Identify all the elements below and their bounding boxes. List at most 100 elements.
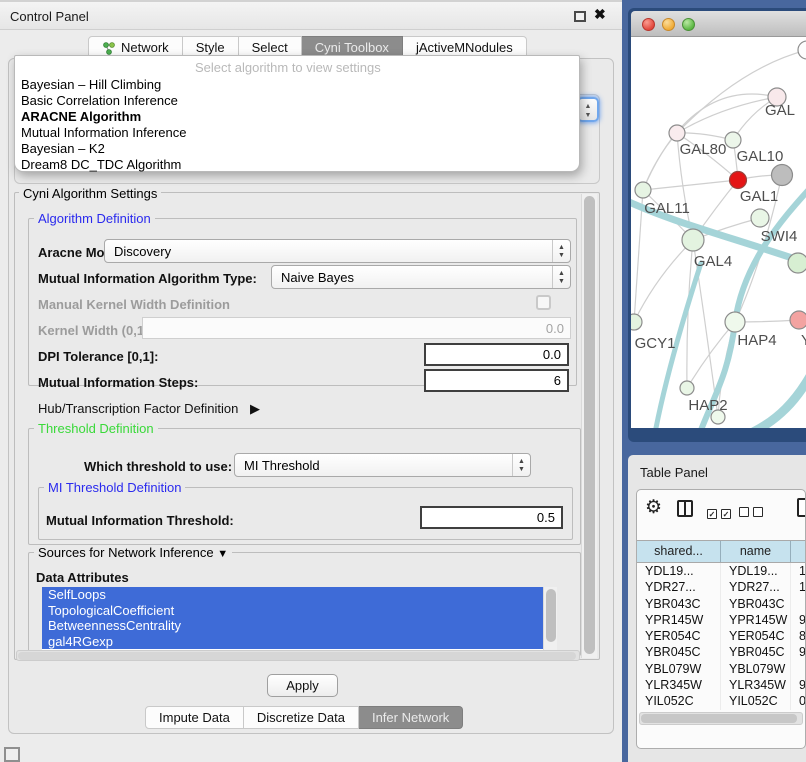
app-screen: Control Panel ✖ NetworkStyleSelectCyni T… xyxy=(0,0,806,762)
algorithm-option[interactable]: Mutual Information Inference xyxy=(19,125,575,141)
network-node-gal10[interactable] xyxy=(725,132,741,148)
node-label: GAL11 xyxy=(644,200,690,217)
aracne-mode-combo[interactable]: Discovery ▲▼ xyxy=(104,239,571,263)
mi-threshold-input[interactable] xyxy=(420,506,563,529)
attributes-scrollbar-thumb[interactable] xyxy=(546,589,556,642)
settings-scrollbar-thumb[interactable] xyxy=(584,196,595,654)
table-row[interactable]: YDL19...YDL19...13 xyxy=(637,563,806,579)
kernel-width-label: Kernel Width (0,1): xyxy=(38,323,153,338)
algorithm-dropdown-popup: Select algorithm to view settings Bayesi… xyxy=(14,55,580,172)
document-icon[interactable] xyxy=(797,498,806,517)
which-threshold-combo[interactable]: MI Threshold ▲▼ xyxy=(234,453,531,477)
kernel-width-input[interactable] xyxy=(142,317,571,339)
table-row[interactable]: YBL079WYBL079W xyxy=(637,661,806,677)
table-row[interactable]: YLR345WYLR345W9. xyxy=(637,677,806,693)
algorithm-option[interactable]: ARACNE Algorithm xyxy=(19,109,575,125)
algorithm-combo-stepper-icon[interactable]: ▲▼ xyxy=(577,97,599,122)
data-attribute-item[interactable]: BetweennessCentrality xyxy=(42,618,557,634)
chevron-down-icon: ▼ xyxy=(217,548,228,560)
select-all-checkboxes-icon[interactable]: ✓✓ xyxy=(707,504,735,522)
close-traffic-light-icon[interactable] xyxy=(642,18,655,31)
table-cell: 9. xyxy=(791,644,806,660)
network-node-gal80[interactable] xyxy=(669,125,685,141)
network-node[interactable] xyxy=(788,253,806,273)
table-header-row[interactable]: shared...name xyxy=(637,540,806,563)
settings-gear-icon[interactable]: ⚙ xyxy=(645,496,662,519)
attributes-scrollbar[interactable] xyxy=(543,587,557,650)
table-column-header[interactable] xyxy=(791,541,806,562)
table-row[interactable]: YBR045CYBR045C9. xyxy=(637,644,806,660)
network-node-gal4[interactable] xyxy=(682,229,704,251)
algorithm-option[interactable]: Dream8 DC_TDC Algorithm xyxy=(19,157,575,173)
columns-icon[interactable] xyxy=(677,500,693,517)
mi-type-label: Mutual Information Algorithm Type: xyxy=(38,271,257,286)
network-view-window[interactable]: GALGAL80GAL10GAL1GAL11SWI4GAL4GCY1HAP4YH… xyxy=(628,8,806,442)
minimize-traffic-light-icon[interactable] xyxy=(662,18,675,31)
tab-label: Infer Network xyxy=(372,707,449,728)
network-node-hap4[interactable] xyxy=(725,312,745,332)
network-node[interactable] xyxy=(798,41,806,59)
table-panel-window[interactable]: Table Panel ⚙ ✓✓ shared...name YDL19...Y… xyxy=(628,455,806,762)
settings-vertical-scrollbar[interactable] xyxy=(581,194,597,658)
network-node-gal1[interactable] xyxy=(730,172,747,189)
data-attribute-item[interactable]: gal4RGexp xyxy=(42,634,557,650)
dock-panel-icon[interactable] xyxy=(4,747,20,762)
control-panel-titlebar xyxy=(0,0,622,30)
hub-definition-toggle[interactable]: Hub/Transcription Factor Definition ▶ xyxy=(38,401,260,417)
table-row[interactable]: YPR145WYPR145W9. xyxy=(637,612,806,628)
sources-group-title[interactable]: Sources for Network Inference ▼ xyxy=(34,545,232,560)
network-node-gal11[interactable] xyxy=(635,182,651,198)
table-cell: 9. xyxy=(791,612,806,628)
table-row[interactable]: YBR043CYBR043C xyxy=(637,596,806,612)
table-row[interactable]: YER054CYER054C8. xyxy=(637,628,806,644)
dpi-tolerance-input[interactable] xyxy=(424,343,569,366)
table-row[interactable]: YDR27...YDR27...12 xyxy=(637,579,806,595)
algorithm-option[interactable]: Bayesian – Hill Climbing xyxy=(19,77,575,93)
tab-impute-data[interactable]: Impute Data xyxy=(145,706,244,729)
chevron-updown-icon: ▲▼ xyxy=(512,454,530,476)
network-graph: GALGAL80GAL10GAL1GAL11SWI4GAL4GCY1HAP4YH… xyxy=(631,37,806,428)
tab-discretize-data[interactable]: Discretize Data xyxy=(244,706,359,729)
table-hscrollbar-thumb[interactable] xyxy=(641,714,797,723)
table-horizontal-scrollbar[interactable] xyxy=(639,712,803,725)
apply-button[interactable]: Apply xyxy=(267,674,338,697)
table-cell: 9. xyxy=(791,677,806,693)
mi-threshold-group-title: MI Threshold Definition xyxy=(44,480,185,495)
table-column-header[interactable]: name xyxy=(721,541,791,562)
which-threshold-label: Which threshold to use: xyxy=(84,459,232,474)
network-node-y[interactable] xyxy=(790,311,806,329)
manual-kernel-checkbox[interactable] xyxy=(536,295,551,310)
table-cell: 0. xyxy=(791,693,806,709)
network-node-swi4[interactable] xyxy=(751,209,769,227)
network-node-hap2[interactable] xyxy=(680,381,694,395)
chevron-right-icon: ▶ xyxy=(250,401,260,416)
mi-steps-input[interactable] xyxy=(424,369,569,392)
zoom-traffic-light-icon[interactable] xyxy=(682,18,695,31)
sources-title-text: Sources for Network Inference xyxy=(38,545,214,560)
network-canvas[interactable]: GALGAL80GAL10GAL1GAL11SWI4GAL4GCY1HAP4YH… xyxy=(631,37,806,428)
network-node-gcy1[interactable] xyxy=(631,314,642,330)
network-node[interactable] xyxy=(711,410,725,424)
table-cell: YER054C xyxy=(637,628,721,644)
algorithm-option[interactable]: Basic Correlation Inference xyxy=(19,93,575,109)
table-column-header[interactable]: shared... xyxy=(637,541,721,562)
table-cell: YPR145W xyxy=(637,612,721,628)
table-cell: YIL052C xyxy=(721,693,791,709)
settings-hscrollbar-thumb[interactable] xyxy=(18,652,576,660)
mi-type-combo[interactable]: Naive Bayes ▲▼ xyxy=(271,265,571,289)
table-cell: YLR345W xyxy=(721,677,791,693)
deselect-checkboxes-icon[interactable] xyxy=(739,504,767,522)
float-icon[interactable] xyxy=(574,11,586,22)
close-icon[interactable]: ✖ xyxy=(594,6,606,23)
table-row[interactable]: YIL052CYIL052C0. xyxy=(637,693,806,709)
table-cell: YDR27... xyxy=(637,579,721,595)
data-attribute-item[interactable]: SelfLoops xyxy=(42,587,557,603)
tab-infer-network[interactable]: Infer Network xyxy=(359,706,463,729)
which-threshold-value: MI Threshold xyxy=(235,458,512,473)
data-attributes-list[interactable]: SelfLoopsTopologicalCoefficientBetweenne… xyxy=(42,587,557,650)
network-node[interactable] xyxy=(772,165,793,186)
network-window-titlebar[interactable] xyxy=(631,11,806,37)
settings-horizontal-scrollbar[interactable] xyxy=(16,650,580,661)
algorithm-option[interactable]: Bayesian – K2 xyxy=(19,141,575,157)
data-attribute-item[interactable]: TopologicalCoefficient xyxy=(42,603,557,619)
